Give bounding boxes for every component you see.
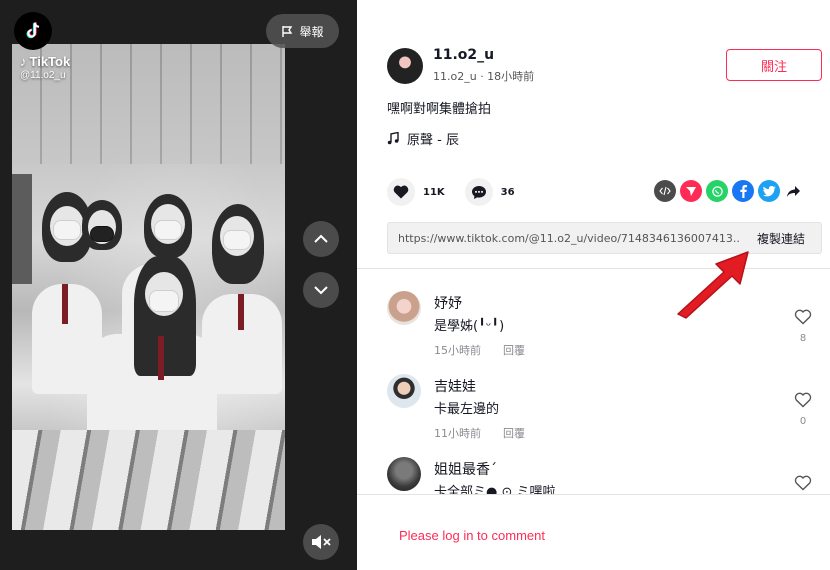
author-username[interactable]: 11.o2_u (433, 47, 494, 63)
video-player[interactable] (12, 44, 285, 530)
comment-meta: 15小時前 回覆 (434, 342, 525, 358)
heart-outline-icon (794, 392, 812, 408)
comment-bubble-icon (471, 185, 486, 199)
tiktok-logo-icon[interactable] (14, 12, 52, 50)
comment-avatar[interactable] (387, 291, 421, 325)
comment-like-count: 0 (799, 416, 807, 427)
comment-count: 36 (500, 186, 515, 198)
comment-item: 吉娃娃 卡最左邊的 11小時前 回覆 0 (387, 374, 822, 454)
comment-author[interactable]: 吉娃娃 (434, 376, 476, 396)
video-person-tie (158, 336, 164, 380)
watermark-handle: @11.o2_u (20, 70, 66, 81)
comment-item: 妤妤 是學姊(╹ᵕ╹) 15小時前 回覆 8 (387, 291, 822, 371)
mute-button[interactable] (303, 524, 339, 560)
report-label: 舉報 (299, 24, 324, 39)
comment-like[interactable] (792, 475, 814, 494)
comment-avatar[interactable] (387, 374, 421, 408)
facebook-icon[interactable] (732, 180, 754, 202)
video-person-tie (238, 294, 244, 330)
video-caption: 嘿啊對啊集體搶拍 (387, 102, 492, 117)
share-arrow-icon[interactable] (784, 180, 802, 202)
comment-like[interactable]: 8 (792, 309, 814, 344)
comment-time: 15小時前 (434, 344, 481, 357)
author-avatar[interactable] (387, 48, 423, 84)
follow-button[interactable]: 關注 (726, 49, 822, 81)
comment-item: 姐姐最香ˊ 卡全部ミ● ⊙ ミ嘿啦 (387, 457, 822, 494)
twitter-icon[interactable] (758, 180, 780, 202)
whatsapp-icon[interactable] (706, 180, 728, 202)
comment-text: 卡最左邊的 (434, 402, 500, 417)
video-watermark: ♪ TikTok @11.o2_u (20, 54, 70, 81)
comment-like[interactable]: 0 (792, 392, 814, 427)
video-picture-frames (12, 430, 285, 530)
annotation-arrow-icon (677, 251, 749, 319)
chevron-up-icon (314, 234, 328, 243)
video-link-box: https://www.tiktok.com/@11.o2_u/video/71… (387, 222, 822, 254)
footer-divider (357, 494, 830, 495)
comment-like-count: 8 (799, 333, 807, 344)
comment-text: 卡全部ミ● ⊙ ミ嘿啦 (434, 485, 556, 494)
music-link[interactable]: 原聲 - 辰 (387, 129, 459, 148)
share-row (654, 180, 802, 202)
embed-icon[interactable] (654, 180, 676, 202)
author-sub-info: 11.o2_u · 18小時前 (433, 70, 535, 83)
video-person-mask (149, 290, 179, 312)
engagement-row: 11K 36 (387, 178, 535, 206)
comment-author[interactable]: 妤妤 (434, 293, 462, 313)
video-pane: ♪ TikTok @11.o2_u 舉報 (0, 0, 357, 570)
speaker-muted-icon (312, 535, 331, 549)
video-person-mask (154, 220, 182, 240)
like-button[interactable] (387, 178, 415, 206)
music-note-icon (387, 132, 399, 145)
tiktok-video-page: ♪ TikTok @11.o2_u 舉報 11.o2_u 11.o2_u · 1… (0, 0, 830, 570)
comment-text: 是學姊(╹ᵕ╹) (434, 319, 505, 334)
video-person-mask (90, 226, 114, 242)
flag-icon (282, 25, 293, 37)
report-button[interactable]: 舉報 (266, 14, 339, 48)
previous-video-button[interactable] (303, 221, 339, 257)
comment-button[interactable] (464, 178, 493, 206)
reply-link[interactable]: 回覆 (503, 342, 525, 358)
watermark-brand-label: TikTok (29, 54, 71, 69)
login-to-comment-link[interactable]: Please log in to comment (399, 528, 545, 543)
heart-outline-icon (794, 309, 812, 325)
video-person-mask (53, 220, 81, 240)
comment-meta: 11小時前 回覆 (434, 425, 525, 441)
chevron-down-icon (314, 286, 328, 295)
comment-time: 11小時前 (434, 427, 481, 440)
like-count: 11K (423, 186, 445, 198)
send-icon[interactable] (680, 180, 702, 202)
watermark-brand: ♪ TikTok (20, 54, 70, 69)
watermark-tiktok-icon: ♪ (20, 54, 27, 69)
comment-list: 妤妤 是學姊(╹ᵕ╹) 15小時前 回覆 8 吉娃娃 卡最左邊的 11小時前 回… (357, 269, 830, 494)
heart-icon (393, 185, 409, 199)
comment-author[interactable]: 姐姐最香ˊ (434, 459, 497, 479)
video-person-mask (223, 230, 251, 250)
heart-outline-icon (794, 475, 812, 491)
details-pane: 11.o2_u 11.o2_u · 18小時前 關注 嘿啊對啊集體搶拍 原聲 -… (357, 0, 830, 570)
video-window (12, 174, 32, 284)
comment-avatar[interactable] (387, 457, 421, 491)
music-label: 原聲 - 辰 (407, 133, 459, 148)
next-video-button[interactable] (303, 272, 339, 308)
reply-link[interactable]: 回覆 (503, 425, 525, 441)
video-person-tie (62, 284, 68, 324)
